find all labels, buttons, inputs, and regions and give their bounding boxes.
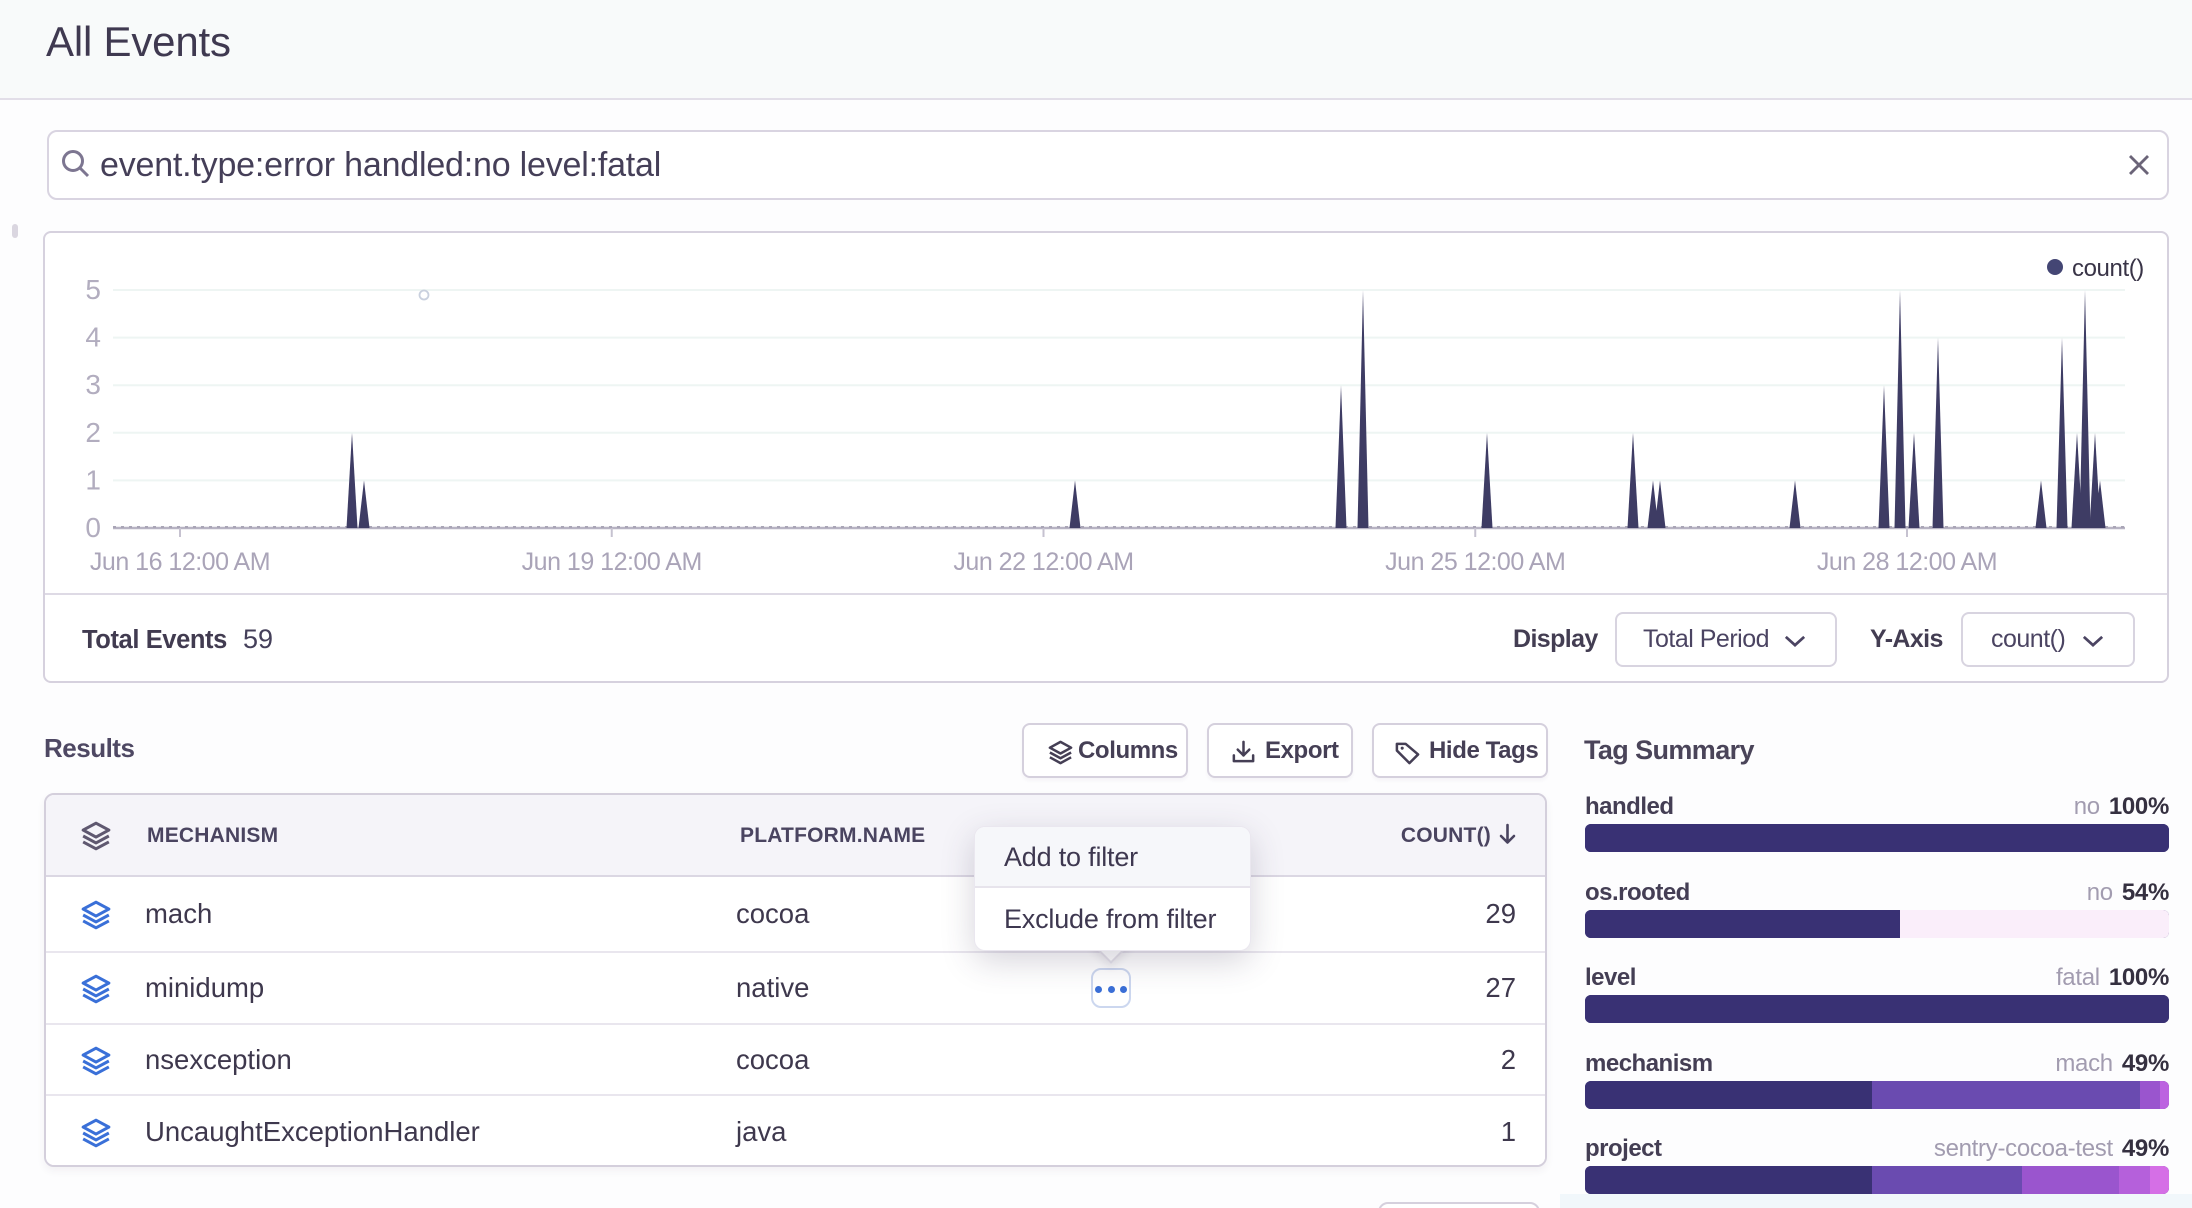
svg-text:3: 3	[85, 369, 101, 400]
svg-text:Jun 16 12:00 AM: Jun 16 12:00 AM	[90, 548, 270, 576]
svg-text:Jun 22 12:00 AM: Jun 22 12:00 AM	[953, 548, 1133, 576]
svg-text:0: 0	[85, 512, 101, 543]
svg-text:2: 2	[85, 417, 101, 448]
svg-text:Jun 19 12:00 AM: Jun 19 12:00 AM	[522, 548, 702, 576]
svg-text:Jun 25 12:00 AM: Jun 25 12:00 AM	[1385, 548, 1565, 576]
svg-text:count(): count()	[2072, 255, 2144, 282]
svg-text:4: 4	[85, 322, 101, 353]
svg-text:5: 5	[85, 274, 101, 305]
svg-text:Jun 28 12:00 AM: Jun 28 12:00 AM	[1817, 548, 1997, 576]
svg-text:1: 1	[85, 464, 101, 495]
